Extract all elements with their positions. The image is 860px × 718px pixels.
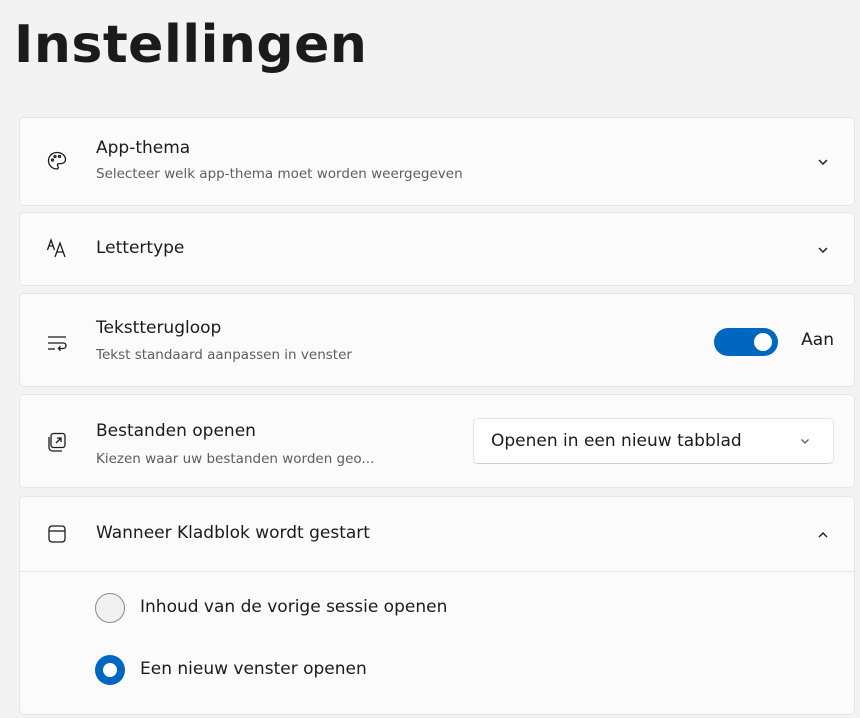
divider	[20, 571, 854, 572]
setting-font[interactable]: Lettertype	[19, 212, 855, 286]
chevron-down-icon[interactable]	[816, 243, 830, 257]
setting-subtitle: Tekst standaard aanpassen in venster	[96, 347, 352, 363]
window-icon	[46, 523, 68, 545]
dropdown-selected-value: Openen in een nieuw tabblad	[491, 431, 742, 451]
setting-title: Tekstterugloop	[96, 318, 222, 338]
setting-title: Bestanden openen	[96, 421, 256, 441]
setting-subtitle: Kiezen waar uw bestanden worden geo...	[96, 451, 375, 467]
on-start-header[interactable]: Wanneer Kladblok wordt gestart	[20, 497, 854, 571]
radio-dot	[103, 663, 117, 677]
radio-button[interactable]	[95, 593, 125, 623]
page-title: Instellingen	[14, 15, 368, 75]
setting-title: Wanneer Kladblok wordt gestart	[96, 523, 370, 543]
palette-icon	[46, 150, 68, 172]
setting-subtitle: Selecteer welk app-thema moet worden wee…	[96, 166, 463, 182]
setting-open-files: Bestanden openen Kiezen waar uw bestande…	[19, 394, 855, 488]
setting-on-start: Wanneer Kladblok wordt gestart Inhoud va…	[19, 496, 855, 715]
toggle-knob	[754, 333, 772, 351]
open-in-new-icon	[46, 431, 68, 453]
radio-label: Inhoud van de vorige sessie openen	[140, 597, 448, 617]
setting-app-theme[interactable]: App-thema Selecteer welk app-thema moet …	[19, 117, 855, 206]
word-wrap-icon	[46, 332, 68, 354]
open-files-dropdown[interactable]: Openen in een nieuw tabblad	[473, 418, 834, 464]
chevron-up-icon[interactable]	[816, 528, 830, 542]
toggle-state-label: Aan	[801, 330, 834, 350]
font-icon	[46, 237, 68, 259]
chevron-down-icon	[799, 435, 811, 447]
radio-label: Een nieuw venster openen	[140, 659, 367, 679]
chevron-down-icon[interactable]	[816, 155, 830, 169]
setting-title: Lettertype	[96, 238, 185, 258]
word-wrap-toggle[interactable]	[714, 328, 778, 356]
setting-title: App-thema	[96, 138, 191, 158]
radio-button[interactable]	[95, 655, 125, 685]
setting-word-wrap: Tekstterugloop Tekst standaard aanpassen…	[19, 293, 855, 387]
